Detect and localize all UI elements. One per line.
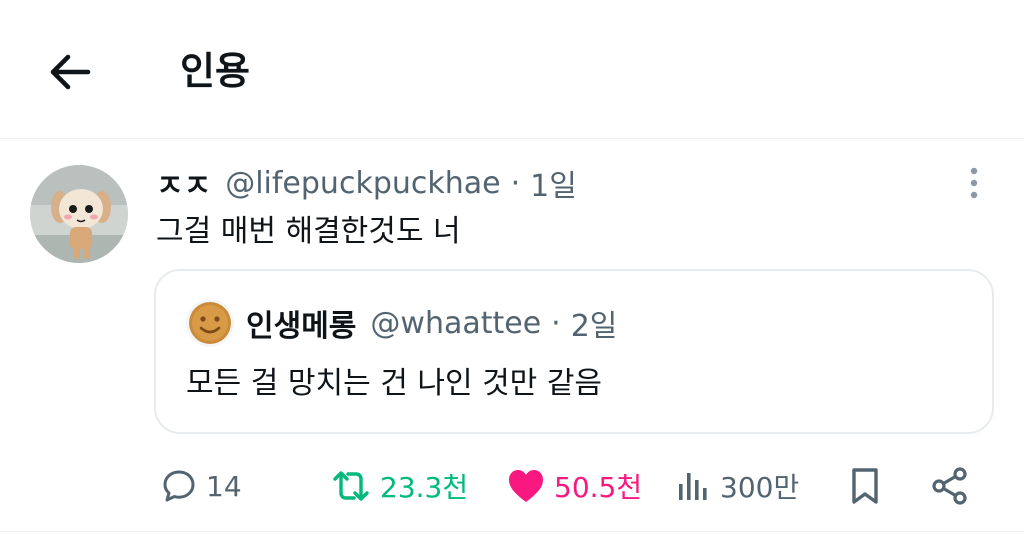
quote-time: 2일: [570, 309, 618, 344]
arrow-left-icon: [50, 54, 91, 90]
reply-button[interactable]: 14: [160, 459, 242, 513]
heart-icon: [509, 470, 543, 502]
retweet-button[interactable]: 23.3천: [330, 459, 468, 513]
quoted-tweet-card[interactable]: 인생메롱 @whaattee · 2일 모든 걸 망치는 건 나인 것만 같음: [154, 269, 994, 434]
quote-header: 인생메롱 @whaattee · 2일: [246, 301, 617, 345]
share-icon: [932, 467, 967, 505]
retweet-icon: [333, 471, 369, 501]
user-handle[interactable]: @lifepuckpuckhae: [225, 166, 500, 201]
retweet-count: 23.3천: [380, 471, 469, 504]
top-bar: 인용: [0, 0, 1024, 138]
tweet[interactable]: ㅈㅈ @lifepuckpuckhae · 1일 그걸 매번 해결한것도 너 인…: [0, 139, 1024, 529]
display-name[interactable]: ㅈㅈ: [156, 161, 211, 205]
like-count: 50.5천: [554, 471, 643, 504]
avatar-image: [30, 165, 128, 263]
back-button[interactable]: [46, 48, 94, 96]
quote-user-handle: @whaattee: [370, 305, 542, 341]
tweet-header: ㅈㅈ @lifepuckpuckhae · 1일: [156, 161, 577, 205]
more-button[interactable]: [958, 165, 990, 205]
page-title: 인용: [180, 49, 250, 93]
views-button[interactable]: 300만: [676, 459, 799, 513]
tweet-time[interactable]: 1일: [530, 161, 577, 205]
views-count: 300만: [720, 471, 800, 504]
like-button[interactable]: 50.5천: [506, 459, 642, 513]
bottom-divider: [0, 531, 1024, 532]
more-vertical-icon: [970, 167, 978, 199]
avatar[interactable]: [30, 165, 128, 263]
action-bar: 14 23.3천 50.5천 300만: [0, 459, 1024, 513]
quote-avatar-image: [186, 299, 234, 347]
bookmark-button[interactable]: [848, 459, 882, 513]
quote-separator-dot: ·: [551, 305, 561, 341]
share-button[interactable]: [930, 459, 970, 513]
quote-display-name: 인생메롱: [246, 309, 357, 344]
bookmark-icon: [852, 468, 878, 504]
quote-avatar[interactable]: [186, 299, 234, 347]
tweet-text: 그걸 매번 해결한것도 너: [156, 214, 461, 249]
reply-count: 14: [206, 469, 242, 503]
reply-bubble-icon: [163, 470, 195, 502]
quote-text: 모든 걸 망치는 건 나인 것만 같음: [186, 366, 603, 401]
separator-dot: ·: [510, 165, 521, 201]
views-chart-icon: [679, 473, 707, 500]
